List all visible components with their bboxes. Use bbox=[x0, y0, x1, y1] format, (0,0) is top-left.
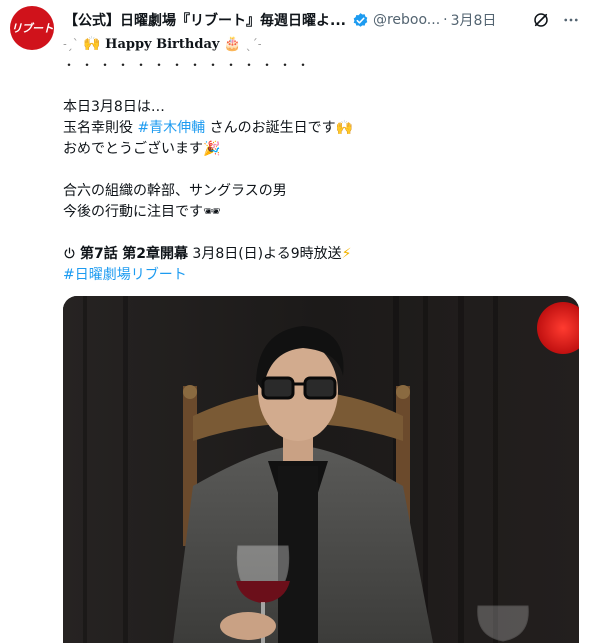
sparkle-icon: ˎˊ˗ bbox=[245, 37, 262, 51]
air-date: 3月8日(日)よる9時放送 bbox=[192, 246, 342, 262]
congrats-text: おめでとうございます bbox=[63, 141, 203, 157]
lightning-icon: ⚡ bbox=[341, 246, 352, 262]
dots-line: ・・・・・・・・・・・・・・ bbox=[63, 58, 316, 72]
separator-dot: · bbox=[443, 12, 448, 28]
sparkle-icon: ˗ˏˋ bbox=[63, 37, 79, 51]
birthday-line: ˗ˏˋ 🙌 Happy Birthday 🎂 ˎˊ˗ bbox=[63, 34, 578, 55]
hashtag-line: #日曜劇場リブート bbox=[63, 265, 578, 286]
notice-text: 今後の行動に注目です bbox=[63, 204, 203, 220]
avatar-logo-text: リブート bbox=[11, 22, 54, 35]
more-icon[interactable] bbox=[562, 11, 580, 29]
role-text: 玉名幸則役 bbox=[63, 120, 133, 136]
text-line-4: 合六の組織の幹部、サングラスの男 bbox=[63, 183, 287, 199]
author-name[interactable]: 【公式】日曜劇場『リブート』毎週日曜よ... bbox=[64, 10, 346, 30]
post-image[interactable] bbox=[63, 296, 579, 643]
post-card[interactable]: リブート 【公式】日曜劇場『リブート』毎週日曜よ... @reboo... · … bbox=[0, 0, 590, 643]
text-line-5: 今後の行動に注目です🕶 bbox=[63, 202, 578, 223]
text-line-1: 本日3月8日は… bbox=[63, 99, 165, 115]
hashtag-link[interactable]: #青木伸輔 bbox=[137, 120, 205, 136]
power-icon bbox=[63, 246, 76, 267]
episode-label: 第7話 bbox=[80, 246, 118, 262]
avatar[interactable]: リブート bbox=[10, 6, 54, 50]
post-header: 【公式】日曜劇場『リブート』毎週日曜よ... @reboo... · 3月8日 bbox=[64, 9, 580, 31]
birthday-text-2: さんのお誕生日です bbox=[209, 120, 336, 136]
verified-badge-icon bbox=[352, 12, 369, 29]
birthday-text: Happy Birthday bbox=[105, 37, 220, 52]
chapter-label: 第2章開幕 bbox=[122, 246, 188, 262]
author-handle[interactable]: @reboo... bbox=[373, 12, 440, 28]
text-line-2: 玉名幸則役 #青木伸輔 さんのお誕生日です🙌 bbox=[63, 118, 578, 139]
post-date[interactable]: 3月8日 bbox=[451, 10, 497, 30]
post-text: ˗ˏˋ 🙌 Happy Birthday 🎂 ˎˊ˗ ・・・・・・・・・・・・・… bbox=[63, 34, 578, 286]
sunglasses-icon: 🕶 bbox=[203, 204, 221, 220]
actor-photo bbox=[63, 296, 579, 643]
grok-icon[interactable] bbox=[532, 11, 550, 29]
hashtag-link[interactable]: #日曜劇場リブート bbox=[63, 267, 187, 283]
party-popper-icon: 🙌 bbox=[83, 36, 101, 52]
party-popper-icon: 🎉 bbox=[203, 141, 221, 157]
text-line-3: おめでとうございます🎉 bbox=[63, 139, 578, 160]
broadcast-line: 第7話 第2章開幕 3月8日(日)よる9時放送⚡ bbox=[63, 244, 578, 265]
raised-hands-icon: 🙌 bbox=[335, 120, 354, 136]
cake-icon: 🎂 bbox=[223, 36, 242, 52]
